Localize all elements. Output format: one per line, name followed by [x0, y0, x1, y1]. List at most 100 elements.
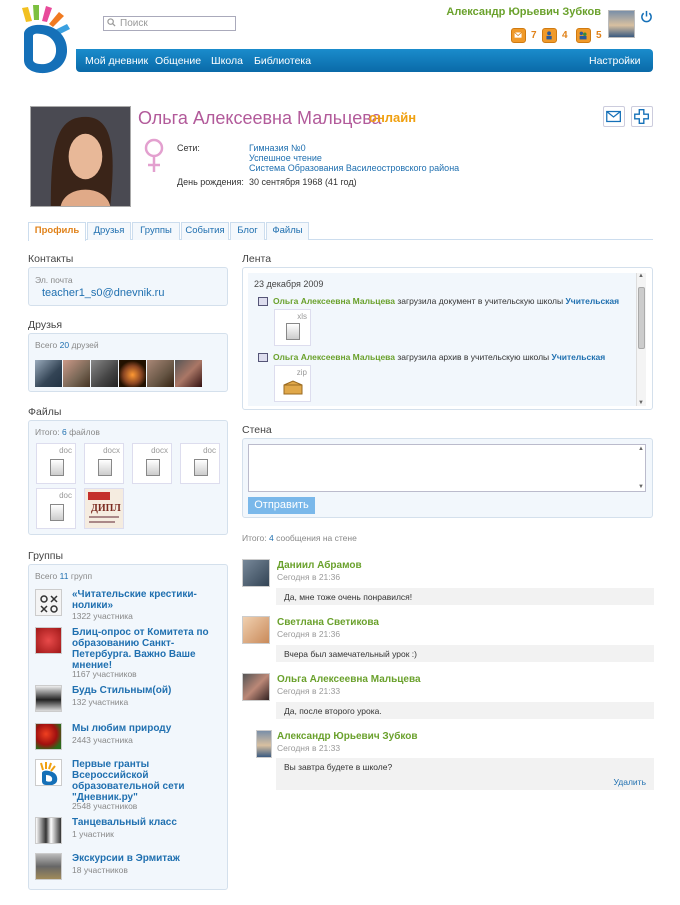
current-user-name[interactable]: Александр Юрьевич Зубков	[446, 6, 601, 18]
author-avatar[interactable]	[242, 559, 270, 587]
network-link[interactable]: Система Образования Василеостровского ра…	[249, 163, 459, 173]
tab-groups[interactable]: Группы	[132, 222, 180, 240]
logout-icon[interactable]	[640, 10, 653, 23]
tab-blog[interactable]: Блог	[230, 222, 265, 240]
friend-avatar[interactable]	[35, 360, 62, 387]
group-icon[interactable]	[35, 853, 62, 880]
network-link[interactable]: Гимназия №0	[249, 143, 306, 153]
group-link[interactable]: Мы любим природу	[72, 723, 222, 734]
tab-profile[interactable]: Профиль	[28, 222, 86, 241]
file-item[interactable]: doc	[180, 443, 220, 484]
birthday-value: 30 сентября 1968 (41 год)	[249, 177, 357, 187]
author-link[interactable]: Александр Юрьевич Зубков	[277, 731, 418, 742]
friends-count-link[interactable]: 20	[60, 340, 69, 350]
wall-textarea[interactable]: ▲ ▼	[248, 444, 646, 492]
group-link[interactable]: Танцевальный класс	[72, 817, 222, 828]
message-time: Сегодня в 21:36	[277, 572, 341, 582]
file-image-thumbnail[interactable]: ДИПЛ	[84, 488, 124, 529]
scroll-up-icon[interactable]: ▲	[638, 273, 644, 279]
author-link[interactable]: Даниил Абрамов	[277, 560, 362, 571]
friend-avatar[interactable]	[91, 360, 118, 387]
nav-library[interactable]: Библиотека	[254, 55, 311, 67]
friend-avatar[interactable]	[63, 360, 90, 387]
wall-count-link[interactable]: 4	[269, 533, 274, 543]
feed-target-link[interactable]: Учительская	[565, 296, 619, 306]
wall-message: Светлана Светикова Сегодня в 21:36 Вчера…	[242, 616, 654, 662]
feed-target-link[interactable]: Учительская	[552, 352, 606, 362]
nav-school[interactable]: Школа	[211, 55, 243, 67]
tab-files[interactable]: Файлы	[266, 222, 309, 240]
friend-avatar[interactable]	[119, 360, 146, 387]
groups-total: Всего 11 групп	[35, 571, 93, 581]
delete-link[interactable]: Удалить	[614, 777, 646, 787]
group-icon[interactable]	[35, 759, 62, 786]
send-button[interactable]: Отправить	[248, 497, 315, 514]
group-icon[interactable]	[35, 589, 62, 616]
group-icon	[576, 27, 591, 43]
document-icon	[50, 504, 64, 521]
feed-author-link[interactable]: Ольга Алексеевна Мальцева	[273, 296, 395, 306]
group-members: 2548 участников	[72, 801, 138, 811]
notification-count: 5	[596, 29, 602, 41]
scroll-down-icon[interactable]: ▼	[638, 400, 644, 406]
file-item[interactable]: doc	[36, 488, 76, 529]
group-link[interactable]: Будь Стильным(ой)	[72, 685, 222, 696]
group-members: 2443 участника	[72, 735, 133, 745]
tab-events[interactable]: События	[181, 222, 229, 240]
friend-avatar[interactable]	[147, 360, 174, 387]
group-icon[interactable]	[35, 627, 62, 654]
group-link[interactable]: Блиц-опрос от Комитета по образованию Са…	[72, 627, 222, 671]
feed-box: 23 декабря 2009 Ольга Алексеевна Мальцев…	[242, 267, 653, 410]
author-avatar[interactable]	[242, 673, 270, 701]
scrollbar-thumb[interactable]	[638, 287, 645, 349]
nav-settings[interactable]: Настройки	[589, 55, 641, 67]
message-time: Сегодня в 21:33	[277, 686, 341, 696]
networks-label: Сети:	[177, 143, 200, 153]
author-link[interactable]: Ольга Алексеевна Мальцева	[277, 674, 421, 685]
network-link[interactable]: Успешное чтение	[249, 153, 322, 163]
groups-count-link[interactable]: 11	[60, 571, 69, 581]
feed-author-link[interactable]: Ольга Алексеевна Мальцева	[273, 352, 395, 362]
notification-mail[interactable]: 7	[511, 27, 537, 43]
author-avatar[interactable]	[256, 730, 272, 758]
group-icon[interactable]	[35, 817, 62, 844]
author-link[interactable]: Светлана Светикова	[277, 617, 379, 628]
female-gender-icon	[144, 138, 164, 172]
notification-groups[interactable]: 5	[576, 27, 602, 43]
file-item[interactable]: docx	[132, 443, 172, 484]
message-time: Сегодня в 21:33	[277, 743, 341, 753]
email-link[interactable]: teacher1_s0@dnevnik.ru	[42, 287, 164, 299]
file-item[interactable]: docx	[84, 443, 124, 484]
file-item[interactable]: doc	[36, 443, 76, 484]
group-link[interactable]: Экскурсии в Эрмитаж	[72, 853, 222, 864]
friends-box: Всего 20 друзей	[28, 333, 228, 392]
files-box: Итого: 6 файлов doc docx docx doc doc ДИ…	[28, 420, 228, 535]
files-count-link[interactable]: 6	[62, 427, 67, 437]
notification-count: 4	[562, 29, 568, 41]
send-message-button[interactable]	[603, 106, 625, 127]
scroll-up-icon[interactable]: ▲	[638, 446, 644, 452]
friend-avatar[interactable]	[175, 360, 202, 387]
group-icon[interactable]	[35, 685, 62, 712]
add-friend-button[interactable]	[631, 106, 653, 127]
author-avatar[interactable]	[242, 616, 270, 644]
search-input[interactable]: Поиск	[103, 16, 236, 31]
dnevnik-logo[interactable]	[18, 4, 78, 76]
document-icon	[194, 459, 208, 476]
current-user-avatar[interactable]	[608, 10, 635, 38]
feed-file[interactable]: zip	[274, 365, 311, 402]
nav-communication[interactable]: Общение	[155, 55, 201, 67]
group-members: 1322 участника	[72, 611, 133, 621]
group-icon[interactable]	[35, 723, 62, 750]
groups-title: Группы	[28, 550, 63, 562]
group-link[interactable]: Первые гранты Всероссийской образователь…	[72, 759, 222, 803]
feed-scrollbar[interactable]: ▲ ▼	[636, 273, 646, 406]
feed-file[interactable]: xls	[274, 309, 311, 346]
files-total: Итого: 6 файлов	[35, 427, 100, 437]
tab-friends[interactable]: Друзья	[87, 222, 131, 240]
notification-people[interactable]: 4	[542, 27, 568, 43]
group-link[interactable]: «Читательские крестики-нолики»	[72, 589, 222, 611]
scroll-down-icon[interactable]: ▼	[638, 484, 644, 490]
group-members: 1167 участников	[72, 669, 137, 679]
nav-my-diary[interactable]: Мой дневник	[85, 55, 148, 67]
